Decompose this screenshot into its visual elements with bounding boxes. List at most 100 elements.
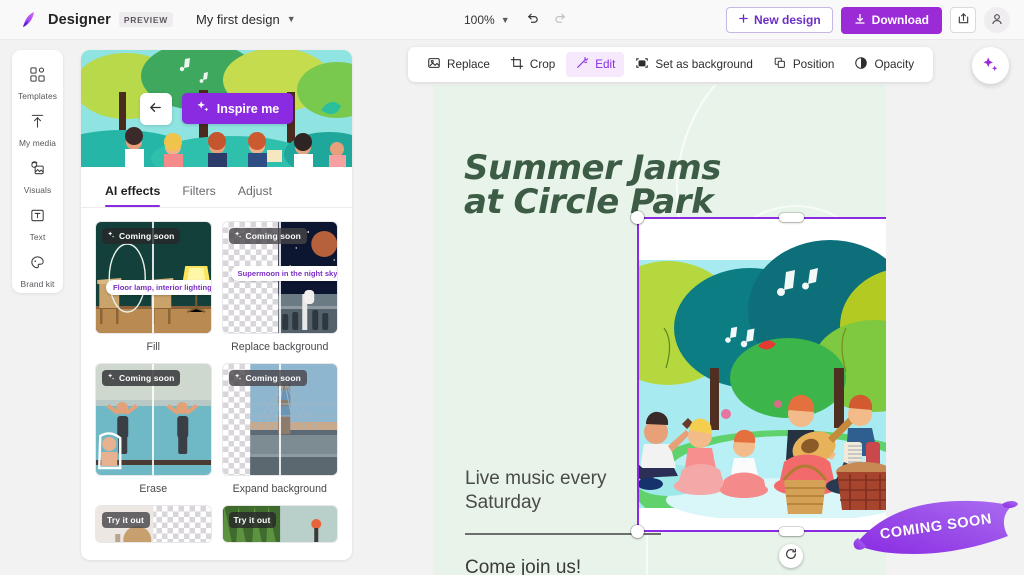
prompt-chip: Supermoon in the night sky xyxy=(231,266,339,281)
tab-label: Filters xyxy=(182,184,215,198)
effect-card-6[interactable]: Try it out xyxy=(222,505,339,543)
text-box-icon xyxy=(29,207,46,229)
sidebar-item-visuals[interactable]: Visuals xyxy=(14,155,61,199)
picnic-illustration xyxy=(638,218,886,531)
effect-thumbnail: Try it out xyxy=(95,505,212,543)
selected-image[interactable] xyxy=(638,218,886,531)
opacity-icon xyxy=(854,56,868,73)
resize-handle-top[interactable] xyxy=(779,213,804,222)
effect-thumbnail: Coming soon Supermoon in the night sky xyxy=(222,221,339,334)
effect-card-replace-background[interactable]: Coming soon Supermoon in the night sky R… xyxy=(222,221,339,353)
sidebar-item-templates[interactable]: Templates xyxy=(14,61,61,105)
sidebar-item-label: Templates xyxy=(18,91,57,101)
tab-filters[interactable]: Filters xyxy=(182,184,215,207)
status-badge: Coming soon xyxy=(102,228,180,244)
redo-icon xyxy=(553,11,568,29)
back-arrow-icon xyxy=(148,100,163,118)
plus-icon xyxy=(738,13,749,27)
undo-icon xyxy=(525,11,540,29)
tool-position[interactable]: Position xyxy=(764,52,844,77)
effect-thumbnail: Coming soon xyxy=(222,363,339,476)
tab-label: AI effects xyxy=(105,184,160,198)
new-design-label: New design xyxy=(754,13,821,27)
download-label: Download xyxy=(872,13,929,27)
tool-label: Edit xyxy=(595,58,615,71)
upload-arrow-icon xyxy=(29,113,46,135)
sidebar-item-brand-kit[interactable]: Brand kit xyxy=(14,249,61,293)
page-title[interactable]: Summer Jams at Circle Park xyxy=(464,151,754,219)
rotate-handle-icon xyxy=(784,547,798,566)
tool-crop[interactable]: Crop xyxy=(501,52,564,77)
sidebar-item-label: Visuals xyxy=(24,185,52,195)
sparkle-icon xyxy=(107,231,115,241)
panel-tabs: AI effects Filters Adjust xyxy=(81,167,352,207)
chevron-down-icon: ▼ xyxy=(287,15,296,24)
tab-label: Adjust xyxy=(238,184,272,198)
templates-icon xyxy=(29,66,46,88)
effect-thumbnail: Coming soon xyxy=(95,363,212,476)
download-icon xyxy=(854,13,866,28)
resize-handle-bottom[interactable] xyxy=(779,527,804,536)
status-badge: Try it out xyxy=(102,512,150,528)
tool-label: Replace xyxy=(447,58,490,71)
inspire-me-button[interactable]: Inspire me xyxy=(182,93,294,124)
inspire-me-label: Inspire me xyxy=(217,102,280,116)
tool-set-as-background[interactable]: Set as background xyxy=(626,52,761,77)
effect-card-erase[interactable]: Coming soon Erase xyxy=(95,363,212,495)
magic-wand-icon xyxy=(575,56,589,73)
tool-edit[interactable]: Edit xyxy=(566,52,624,77)
tool-label: Crop xyxy=(530,58,555,71)
preview-badge: PREVIEW xyxy=(119,12,173,27)
document-title-dropdown[interactable]: My first design ▼ xyxy=(187,8,305,31)
account-icon xyxy=(990,12,1004,29)
sidebar-item-text[interactable]: Text xyxy=(14,202,61,246)
top-bar: Designer PREVIEW My first design ▼ 100% … xyxy=(0,0,1024,40)
resize-handle-bottom-left[interactable] xyxy=(631,525,644,538)
effect-thumbnail: Coming soon Floor lamp, interior lightin… xyxy=(95,221,212,334)
designer-app: Designer PREVIEW My first design ▼ 100% … xyxy=(0,0,1024,575)
designer-logo-icon xyxy=(18,9,40,31)
set-background-icon xyxy=(635,56,649,73)
tool-label: Opacity xyxy=(874,58,914,71)
document-title: My first design xyxy=(196,12,280,27)
back-button[interactable] xyxy=(140,93,172,125)
account-button[interactable] xyxy=(984,7,1010,33)
effect-card-expand-background[interactable]: Coming soon Expand background xyxy=(222,363,339,495)
sidebar-item-label: Text xyxy=(30,232,46,242)
design-page[interactable]: Summer Jams at Circle Park Live music ev… xyxy=(433,85,886,575)
canvas-area: Summer Jams at Circle Park Live music ev… xyxy=(361,40,1024,575)
zoom-group: 100% ▼ xyxy=(458,0,574,40)
sidebar-item-label: My media xyxy=(19,138,56,148)
panel-hero-preview: Inspire me xyxy=(81,50,352,167)
redo-button[interactable] xyxy=(548,7,574,33)
badge-label: Coming soon xyxy=(246,373,301,383)
rotate-handle[interactable] xyxy=(779,544,803,568)
badge-label: Coming soon xyxy=(119,373,174,383)
image-replace-icon xyxy=(427,56,441,73)
tab-adjust[interactable]: Adjust xyxy=(238,184,272,207)
page-cta-text[interactable]: Come join us! xyxy=(465,557,581,575)
effect-label: Erase xyxy=(95,483,212,495)
tool-opacity[interactable]: Opacity xyxy=(845,52,923,77)
new-design-button[interactable]: New design xyxy=(726,7,833,33)
undo-button[interactable] xyxy=(520,7,546,33)
download-button[interactable]: Download xyxy=(841,7,942,34)
badge-label: Coming soon xyxy=(246,231,301,241)
effect-card-5[interactable]: Try it out xyxy=(95,505,212,543)
sidebar-item-my-media[interactable]: My media xyxy=(14,108,61,152)
ai-assistant-button[interactable] xyxy=(972,47,1009,84)
resize-handle-top-left[interactable] xyxy=(631,211,644,224)
badge-label: Try it out xyxy=(234,515,271,525)
tab-ai-effects[interactable]: AI effects xyxy=(105,184,160,207)
status-badge: Coming soon xyxy=(229,370,307,386)
sparkle-icon xyxy=(107,373,115,383)
zoom-level[interactable]: 100% xyxy=(458,9,499,31)
brand: Designer PREVIEW xyxy=(18,9,173,31)
share-button[interactable] xyxy=(950,7,976,33)
selected-image-frame[interactable] xyxy=(638,218,886,531)
badge-label: Try it out xyxy=(107,515,144,525)
zoom-chevron-down-icon[interactable]: ▼ xyxy=(501,16,510,25)
effect-card-fill[interactable]: Coming soon Floor lamp, interior lightin… xyxy=(95,221,212,353)
tool-replace[interactable]: Replace xyxy=(418,52,499,77)
status-badge: Coming soon xyxy=(229,228,307,244)
